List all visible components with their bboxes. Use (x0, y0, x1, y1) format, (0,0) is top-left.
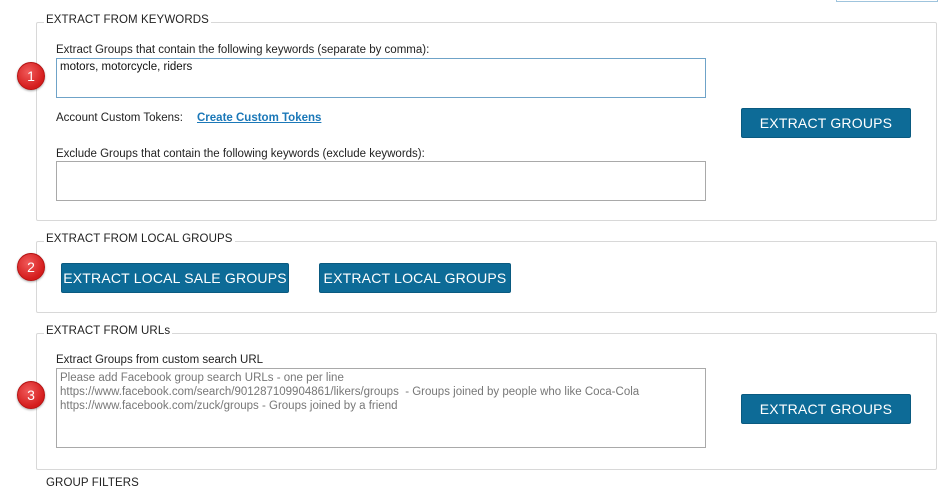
exclude-keywords-label: Exclude Groups that contain the followin… (56, 148, 425, 160)
include-keywords-input[interactable]: motors, motorcycle, riders (56, 58, 706, 98)
top-panel-edge (836, 0, 938, 2)
local-groups-legend: EXTRACT FROM LOCAL GROUPS (44, 233, 235, 245)
exclude-keywords-input[interactable] (56, 161, 706, 201)
step-marker-1: 1 (17, 62, 45, 90)
extract-local-sale-groups-button[interactable]: EXTRACT LOCAL SALE GROUPS (61, 263, 289, 293)
keywords-legend: EXTRACT FROM KEYWORDS (44, 14, 211, 26)
custom-url-textarea[interactable]: Please add Facebook group search URLs - … (56, 368, 706, 448)
custom-tokens-label: Account Custom Tokens: (56, 112, 183, 124)
step-marker-2: 2 (17, 253, 45, 281)
step-marker-3: 3 (17, 381, 45, 409)
urls-legend: EXTRACT FROM URLs (44, 325, 173, 337)
include-keywords-label: Extract Groups that contain the followin… (56, 44, 430, 56)
extract-local-groups-button[interactable]: EXTRACT LOCAL GROUPS (319, 263, 511, 293)
group-filters-legend: GROUP FILTERS (44, 477, 141, 489)
extract-groups-keywords-button[interactable]: EXTRACT GROUPS (741, 108, 911, 138)
custom-url-label: Extract Groups from custom search URL (56, 354, 264, 366)
extract-groups-urls-button[interactable]: EXTRACT GROUPS (741, 394, 911, 424)
create-custom-tokens-link[interactable]: Create Custom Tokens (197, 112, 321, 124)
